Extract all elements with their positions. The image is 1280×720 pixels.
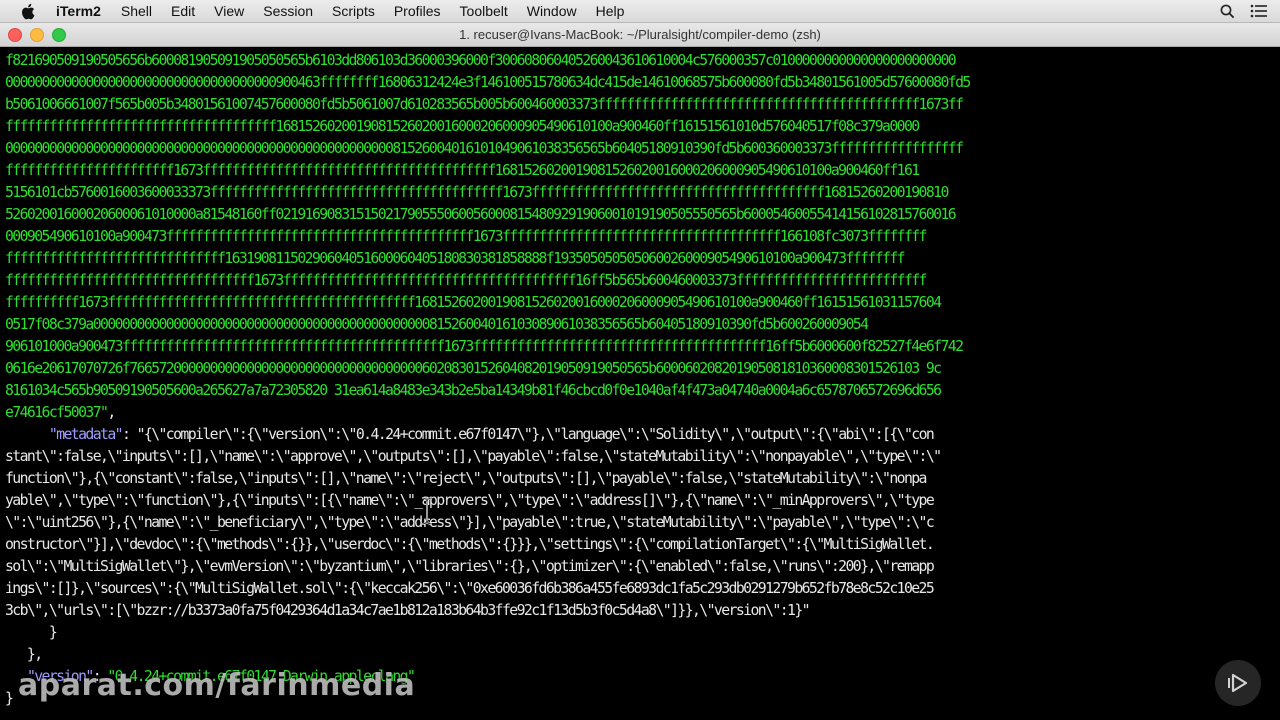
terminal-text-segment: }, <box>5 646 43 663</box>
terminal-line: f821690509190505656b60008190509190505056… <box>5 50 1277 72</box>
terminal-line: e74616cf50037", <box>5 402 1277 424</box>
terminal-text-segment: fffffffffffffffffffffff1673fffffffffffff… <box>5 162 920 179</box>
terminal-text-segment: b5061006661007f565b005b34801561007457600… <box>5 96 964 113</box>
window-titlebar: 1. recuser@Ivans-MacBook: ~/Pluralsight/… <box>0 23 1280 47</box>
terminal-text-segment: 5156101cb5760016003600033373ffffffffffff… <box>5 184 949 201</box>
notification-center-icon[interactable] <box>1248 0 1270 22</box>
terminal-line: 8161034c565b90509190505600a265627a7a7230… <box>5 380 1277 402</box>
terminal-text-segment: ffffffffffffffffffffffffffffffffff1673ff… <box>5 272 927 289</box>
terminal-line: 52602001600020600061010000a81548160ff021… <box>5 204 1277 226</box>
terminal-text-segment: 3cb\",\"urls\":[\"bzzr://b3373a0fa75f042… <box>5 602 811 619</box>
terminal-line: ffffffffff1673ffffffffffffffffffffffffff… <box>5 292 1277 314</box>
watermark: aparat.com/farinmedia <box>18 668 416 703</box>
menu-view[interactable]: View <box>214 3 244 19</box>
terminal-text-segment: ffffffffffffffffffffffffffffff1631908115… <box>5 250 906 267</box>
terminal-line: 0517f08c379a0000000000000000000000000000… <box>5 314 1277 336</box>
menu-session[interactable]: Session <box>263 3 313 19</box>
terminal-line: 0616e20617070726f76657200000000000000000… <box>5 358 1277 380</box>
terminal-text-segment: 0000000000000000000000000000000000000900… <box>5 74 971 91</box>
menu-help[interactable]: Help <box>596 3 625 19</box>
terminal-line: fffffffffffffffffffffffffffffffffffff168… <box>5 116 1277 138</box>
terminal-text-segment: stant\":false,\"inputs\":[],\"name\":\"a… <box>5 448 942 465</box>
terminal-line: onstructor\"}],\"devdoc\":{\"methods\":{… <box>5 534 1277 556</box>
play-icon[interactable] <box>1215 660 1261 706</box>
menu-window[interactable]: Window <box>527 3 577 19</box>
terminal-line: }, <box>5 644 1277 666</box>
menu-toolbelt[interactable]: Toolbelt <box>460 3 508 19</box>
terminal-line: 000905490610100a900473ffffffffffffffffff… <box>5 226 1277 248</box>
terminal-text-segment: 8161034c565b90509190505600a265627a7a7230… <box>5 382 942 399</box>
terminal-text-segment: "{\"compiler\":{\"version\":\"0.4.24+com… <box>136 426 935 443</box>
terminal-line: } <box>5 622 1277 644</box>
terminal-text-segment: ings\":[]},\"sources\":{\"MultiSigWallet… <box>5 580 935 597</box>
terminal-text-segment: 0616e20617070726f76657200000000000000000… <box>5 360 942 377</box>
terminal-text-segment: } <box>5 690 14 707</box>
terminal-line: ffffffffffffffffffffffffffffff1631908115… <box>5 248 1277 270</box>
terminal-line: 906101000a900473ffffffffffffffffffffffff… <box>5 336 1277 358</box>
terminal-line: ings\":[]},\"sources\":{\"MultiSigWallet… <box>5 578 1277 600</box>
menubar: iTerm2 Shell Edit View Session Scripts P… <box>0 0 1280 23</box>
terminal-text-segment: 000905490610100a900473ffffffffffffffffff… <box>5 228 927 245</box>
text-cursor-icon <box>420 496 434 531</box>
terminal-line: b5061006661007f565b005b34801561007457600… <box>5 94 1277 116</box>
terminal-text-segment: "metadata" <box>48 426 124 443</box>
terminal-text-segment: 0000000000000000000000000000000000000000… <box>5 140 964 157</box>
terminal-text-segment: f821690509190505656b60008190509190505056… <box>5 52 957 69</box>
terminal-line: sol\":\"MultiSigWallet\"},\"evmVersion\"… <box>5 556 1277 578</box>
terminal-line: function\"},{\"constant\":false,\"inputs… <box>5 468 1277 490</box>
terminal-output: f821690509190505656b60008190509190505056… <box>5 50 1277 710</box>
window-title: 1. recuser@Ivans-MacBook: ~/Pluralsight/… <box>459 27 821 42</box>
menu-app-name[interactable]: iTerm2 <box>56 3 101 19</box>
terminal-line: ffffffffffffffffffffffffffffffffff1673ff… <box>5 270 1277 292</box>
terminal-text-segment: 906101000a900473ffffffffffffffffffffffff… <box>5 338 964 355</box>
menu-shell[interactable]: Shell <box>121 3 152 19</box>
menu-scripts[interactable]: Scripts <box>332 3 375 19</box>
terminal-line: 0000000000000000000000000000000000000900… <box>5 72 1277 94</box>
terminal-line: fffffffffffffffffffffff1673fffffffffffff… <box>5 160 1277 182</box>
terminal-text-segment: onstructor\"}],\"devdoc\":{\"methods\":{… <box>5 536 935 553</box>
terminal-line: 5156101cb5760016003600033373ffffffffffff… <box>5 182 1277 204</box>
terminal-text-segment: \":\"uint256\"},{\"name\":\"_beneficiary… <box>5 514 935 531</box>
menu-edit[interactable]: Edit <box>171 3 195 19</box>
terminal-text-segment: yable\",\"type\":\"function\"},{\"inputs… <box>5 492 935 509</box>
terminal-text-segment: ffffffffff1673ffffffffffffffffffffffffff… <box>5 294 942 311</box>
terminal-text-segment: } <box>5 624 58 641</box>
terminal-line: 0000000000000000000000000000000000000000… <box>5 138 1277 160</box>
menu-profiles[interactable]: Profiles <box>394 3 441 19</box>
terminal-text-segment: 52602001600020600061010000a81548160ff021… <box>5 206 957 223</box>
terminal-line: \":\"uint256\"},{\"name\":\"_beneficiary… <box>5 512 1277 534</box>
terminal-text-segment: : <box>121 426 137 443</box>
terminal-text-segment: function\"},{\"constant\":false,\"inputs… <box>5 470 927 487</box>
apple-icon[interactable] <box>20 3 38 20</box>
terminal-line: 3cb\",\"urls\":[\"bzzr://b3373a0fa75f042… <box>5 600 1277 622</box>
terminal-session[interactable]: f821690509190505656b60008190509190505056… <box>0 48 1280 720</box>
terminal-line: yable\",\"type\":\"function\"},{\"inputs… <box>5 490 1277 512</box>
terminal-text-segment: e74616cf50037" <box>5 404 109 421</box>
terminal-line: "metadata": "{\"compiler\":{\"version\":… <box>5 424 1277 446</box>
terminal-text-segment: 0517f08c379a0000000000000000000000000000… <box>5 316 869 333</box>
spotlight-search-icon[interactable] <box>1216 0 1238 22</box>
terminal-text-segment: , <box>107 404 116 421</box>
terminal-text-segment: sol\":\"MultiSigWallet\"},\"evmVersion\"… <box>5 558 935 575</box>
terminal-text-segment: fffffffffffffffffffffffffffffffffffff168… <box>5 118 920 135</box>
terminal-line: stant\":false,\"inputs\":[],\"name\":\"a… <box>5 446 1277 468</box>
